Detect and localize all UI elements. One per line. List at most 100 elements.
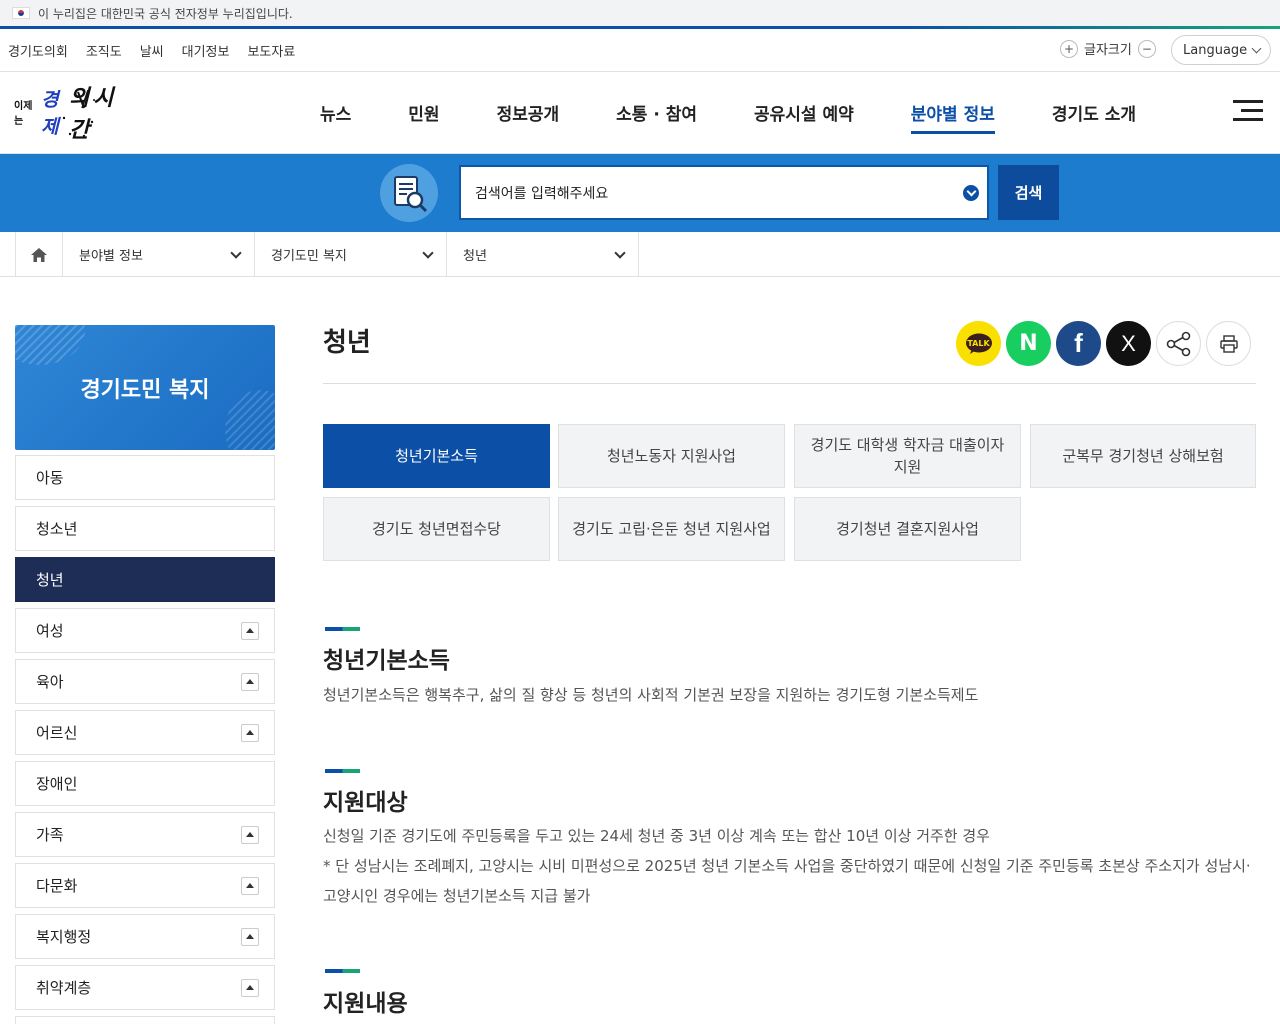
utility-links: 경기도의회 조직도 날씨 대기정보 보도자료 bbox=[8, 41, 295, 60]
sidebar-item-label: 청년 bbox=[36, 571, 64, 589]
home-icon[interactable] bbox=[15, 232, 63, 277]
section-text: * 단 성남시는 조례폐지, 고양시는 시비 미편성으로 2025년 청년 기본… bbox=[323, 857, 1251, 875]
nav-civil-service[interactable]: 민원 bbox=[408, 100, 439, 131]
breadcrumb: 분야별 정보 경기도민 복지 청년 bbox=[0, 232, 1280, 277]
font-decrease-button[interactable]: − bbox=[1137, 39, 1156, 58]
main-nav: 뉴스 민원 정보공개 소통 · 참여 공유시설 예약 분야별 정보 경기도 소개 bbox=[320, 100, 1193, 134]
breadcrumb-level2-label: 경기도민 복지 bbox=[271, 249, 347, 264]
util-link-press[interactable]: 보도자료 bbox=[247, 41, 295, 60]
util-link-weather[interactable]: 날씨 bbox=[140, 41, 164, 60]
search-placeholder: 검색어를 입력해주세요 bbox=[475, 185, 609, 202]
nav-info-disclosure[interactable]: 정보공개 bbox=[497, 100, 560, 131]
tab-youth-basic-income[interactable]: 청년기본소득 bbox=[323, 424, 550, 488]
sidebar-item-women[interactable]: 여성 bbox=[15, 608, 275, 653]
tab-isolated-youth-support[interactable]: 경기도 고립·은둔 청년 지원사업 bbox=[558, 497, 785, 561]
util-link-org-chart[interactable]: 조직도 bbox=[86, 41, 122, 60]
expand-toggle-icon[interactable] bbox=[241, 928, 259, 946]
breadcrumb-level3-label: 청년 bbox=[463, 249, 487, 264]
section-title: 청년기본소득 bbox=[323, 648, 450, 674]
header: 이제는 경제 의 시간 뉴스 민원 정보공개 소통 · 참여 공유시설 예약 분… bbox=[0, 72, 1280, 154]
facebook-label: f bbox=[1074, 328, 1083, 358]
document-search-icon bbox=[380, 164, 438, 222]
tab-interview-allowance[interactable]: 경기도 청년면접수당 bbox=[323, 497, 550, 561]
chevron-down-icon bbox=[614, 247, 626, 259]
tab-military-insurance[interactable]: 군복무 경기청년 상해보험 bbox=[1030, 424, 1256, 488]
naver-blog-share-icon[interactable]: N bbox=[1006, 321, 1051, 366]
logo-sparkle-icon bbox=[62, 89, 95, 138]
sidebar-item-disabled[interactable]: 장애인 bbox=[15, 761, 275, 806]
x-share-icon[interactable]: X bbox=[1106, 321, 1151, 366]
print-icon[interactable] bbox=[1206, 321, 1251, 366]
sidebar-title-text: 경기도민 복지 bbox=[80, 377, 210, 403]
sidebar-item-label: 여성 bbox=[36, 622, 64, 640]
search-button[interactable]: 검색 bbox=[998, 165, 1059, 220]
section-text: 고양시인 경우에는 청년기본소득 지급 불가 bbox=[323, 887, 591, 905]
nav-about-gyeonggi[interactable]: 경기도 소개 bbox=[1052, 100, 1136, 131]
gov-banner: 이 누리집은 대한민국 공식 전자정부 누리집입니다. bbox=[0, 0, 1280, 26]
tab-youth-worker-support[interactable]: 청년노동자 지원사업 bbox=[558, 424, 785, 488]
search-input[interactable]: 검색어를 입력해주세요 bbox=[459, 165, 989, 220]
sidebar-item-vulnerable[interactable]: 취약계층 bbox=[15, 965, 275, 1010]
hamburger-menu-icon[interactable] bbox=[1233, 100, 1263, 122]
tab-marriage-support[interactable]: 경기청년 결혼지원사업 bbox=[794, 497, 1021, 561]
sidebar-item-label: 가족 bbox=[36, 826, 64, 844]
site-logo[interactable]: 이제는 경제 의 시간 bbox=[14, 82, 124, 143]
sidebar-item-label: 육아 bbox=[36, 673, 64, 691]
utility-bar: 경기도의회 조직도 날씨 대기정보 보도자료 + 글자크기 − Language bbox=[0, 29, 1280, 72]
nav-field-info[interactable]: 분야별 정보 bbox=[910, 100, 996, 134]
expand-toggle-icon[interactable] bbox=[241, 979, 259, 997]
section-accent-bar bbox=[325, 769, 360, 773]
kakaotalk-share-icon[interactable]: TALK bbox=[956, 321, 1001, 366]
sidebar-item-label: 청소년 bbox=[36, 520, 78, 538]
font-size-control: + 글자크기 − bbox=[1060, 39, 1156, 58]
expand-toggle-icon[interactable] bbox=[241, 877, 259, 895]
language-button[interactable]: Language bbox=[1171, 35, 1271, 65]
sidebar-item-youth[interactable]: 청년 bbox=[15, 557, 275, 602]
sidebar-title: 경기도민 복지 bbox=[15, 325, 275, 450]
sidebar-item-label: 다문화 bbox=[36, 877, 78, 895]
sidebar-item-family[interactable]: 가족 bbox=[15, 812, 275, 857]
expand-toggle-icon[interactable] bbox=[241, 724, 259, 742]
breadcrumb-select-level3[interactable]: 청년 bbox=[447, 232, 639, 277]
naver-label: N bbox=[1019, 331, 1038, 356]
section-text: 신청일 기준 경기도에 주민등록을 두고 있는 24세 청년 중 3년 이상 계… bbox=[323, 827, 990, 845]
util-link-air-quality[interactable]: 대기정보 bbox=[182, 41, 230, 60]
nav-participation[interactable]: 소통 · 참여 bbox=[616, 100, 697, 131]
breadcrumb-select-level1[interactable]: 분야별 정보 bbox=[63, 232, 255, 277]
sidebar-item-label: 어르신 bbox=[36, 724, 78, 742]
sidebar-item-welfare-admin[interactable]: 복지행정 bbox=[15, 914, 275, 959]
sidebar-item-childcare[interactable]: 육아 bbox=[15, 659, 275, 704]
title-divider bbox=[323, 383, 1256, 384]
section-title: 지원내용 bbox=[323, 991, 408, 1017]
util-link-council[interactable]: 경기도의회 bbox=[8, 41, 68, 60]
breadcrumb-select-level2[interactable]: 경기도민 복지 bbox=[255, 232, 447, 277]
expand-toggle-icon[interactable] bbox=[241, 826, 259, 844]
kakaotalk-label: TALK bbox=[967, 339, 990, 348]
font-size-label: 글자크기 bbox=[1084, 43, 1132, 58]
section-title: 지원대상 bbox=[323, 790, 408, 816]
search-dropdown-icon[interactable] bbox=[963, 185, 979, 201]
section-text: 청년기본소득은 행복추구, 삶의 질 향상 등 청년의 사회적 기본권 보장을 … bbox=[323, 686, 979, 704]
x-label: X bbox=[1121, 330, 1136, 356]
expand-toggle-icon[interactable] bbox=[241, 622, 259, 640]
expand-toggle-icon[interactable] bbox=[241, 673, 259, 691]
section-accent-bar bbox=[325, 627, 360, 631]
sidebar-item-label: 취약계층 bbox=[36, 979, 92, 997]
sidebar-item-next[interactable] bbox=[15, 1016, 275, 1024]
sidebar-item-label: 아동 bbox=[36, 469, 64, 487]
facebook-share-icon[interactable]: f bbox=[1056, 321, 1101, 366]
section-accent-bar bbox=[325, 969, 360, 973]
nav-news[interactable]: 뉴스 bbox=[320, 100, 351, 131]
chevron-down-icon bbox=[1251, 43, 1262, 53]
tab-student-loan-interest[interactable]: 경기도 대학생 학자금 대출이자 지원 bbox=[794, 424, 1021, 488]
nav-facility-reservation[interactable]: 공유시설 예약 bbox=[754, 100, 854, 131]
share-icon[interactable] bbox=[1156, 321, 1201, 366]
breadcrumb-level1-label: 분야별 정보 bbox=[79, 249, 143, 264]
sidebar-item-teens[interactable]: 청소년 bbox=[15, 506, 275, 551]
sidebar-item-multicultural[interactable]: 다문화 bbox=[15, 863, 275, 908]
sidebar-item-label: 복지행정 bbox=[36, 928, 92, 946]
korea-flag-icon bbox=[12, 7, 30, 19]
font-increase-button[interactable]: + bbox=[1060, 39, 1078, 58]
sidebar-item-seniors[interactable]: 어르신 bbox=[15, 710, 275, 755]
sidebar-item-children[interactable]: 아동 bbox=[15, 455, 275, 500]
